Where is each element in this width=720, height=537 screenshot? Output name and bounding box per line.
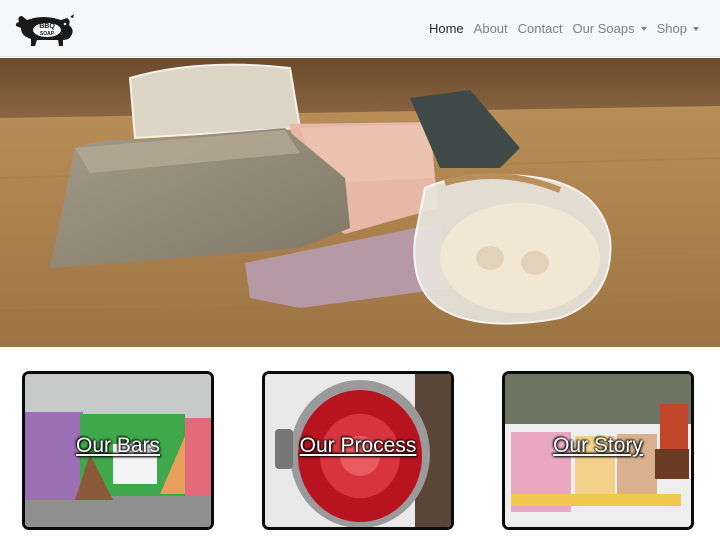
nav-contact[interactable]: Contact [513,21,568,36]
card-our-story-label[interactable]: Our Story [505,434,691,458]
pig-logo-icon: BBQ SOAP [15,14,74,46]
caret-down-icon [640,26,647,31]
nav-home[interactable]: Home [424,21,469,36]
main-nav: Home About Contact Our Soaps Shop [424,0,704,57]
nav-home-label: Home [428,21,464,36]
card-our-process-label[interactable]: Our Process [265,434,451,458]
card-our-bars[interactable]: Our Bars [22,371,214,530]
svg-text:SOAP: SOAP [40,31,55,37]
nav-contact-label: Contact [517,21,563,36]
caret-down-icon [693,26,699,31]
nav-shop-label: Shop [656,21,687,36]
hero-image [0,58,720,347]
card-our-story[interactable]: Our Story [502,371,694,530]
svg-text:BBQ: BBQ [39,23,55,30]
card-our-process[interactable]: Our Process [262,371,454,530]
card-our-bars-label[interactable]: Our Bars [25,434,211,458]
brand-logo[interactable]: BBQ SOAP [13,10,77,48]
navbar: BBQ SOAP Home About Contact Our Soaps Sh… [0,0,720,57]
nav-our-soaps-label: Our Soaps [572,21,635,36]
nav-our-soaps-dropdown[interactable]: Our Soaps [567,21,651,36]
soap-bars-photo [0,58,720,347]
nav-about-label: About [473,21,508,36]
nav-shop-dropdown[interactable]: Shop [652,21,704,36]
nav-about[interactable]: About [469,21,513,36]
